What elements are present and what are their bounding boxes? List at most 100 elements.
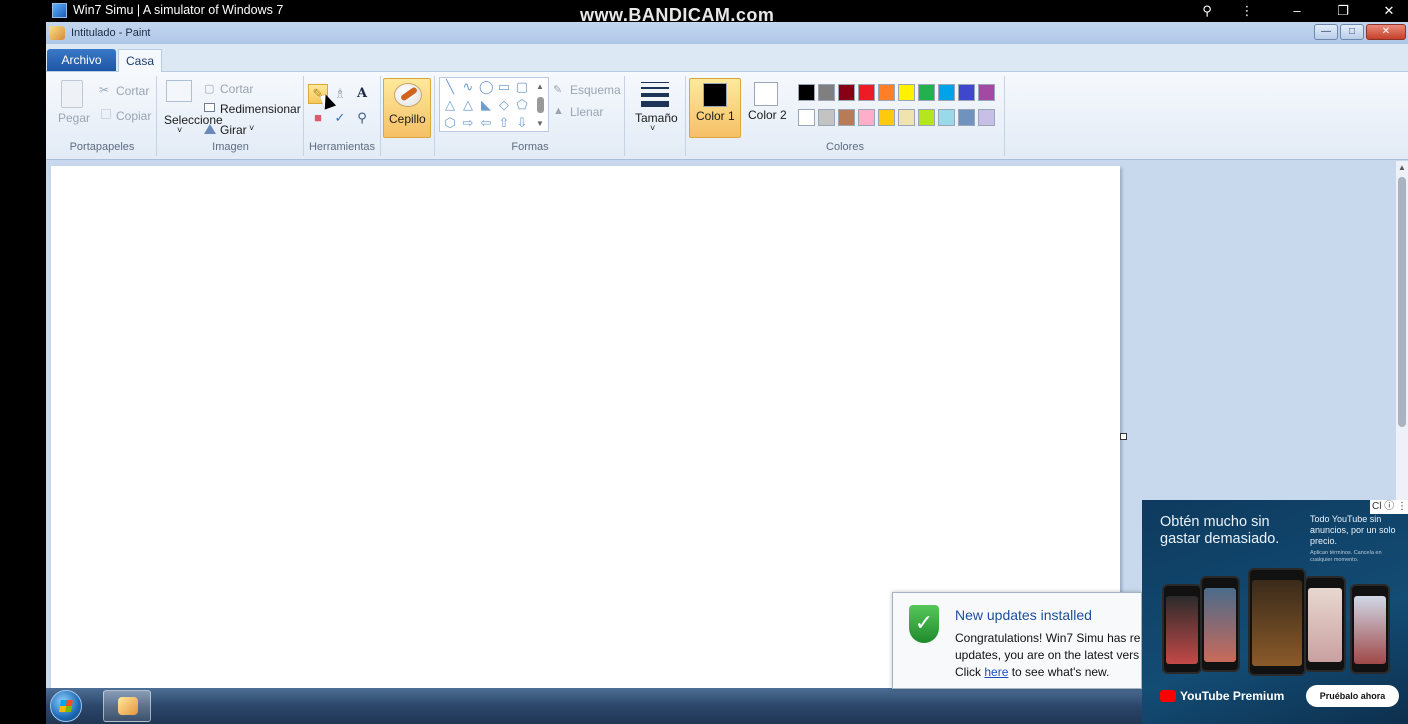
shield-check-icon: ✓ — [909, 605, 939, 643]
triangle-shape-icon[interactable]: △ — [461, 98, 475, 112]
taskbar-paint-button[interactable] — [103, 690, 151, 722]
tab-file[interactable]: Archivo — [47, 49, 116, 71]
crop-button[interactable]: Cortar — [220, 82, 253, 96]
paint-minimize-button[interactable]: — — [1314, 24, 1338, 40]
color1-button[interactable]: Color 1 — [689, 78, 741, 138]
palette-color-swatch[interactable] — [858, 109, 875, 126]
palette-color-swatch[interactable] — [918, 109, 935, 126]
magnifier-icon[interactable]: ⚲ — [352, 108, 372, 128]
fill-button[interactable]: Llenar — [570, 105, 603, 119]
paint-close-button[interactable]: ✕ — [1366, 24, 1406, 40]
divider — [434, 76, 435, 156]
select-icon[interactable] — [166, 80, 192, 102]
gallery-scrollbar[interactable] — [537, 97, 544, 113]
palette-color-swatch[interactable] — [918, 84, 935, 101]
rotate-button[interactable]: Girar — [220, 123, 247, 137]
paint-maximize-button[interactable]: □ — [1340, 24, 1364, 40]
more-icon[interactable]: ⋮ — [1237, 2, 1257, 20]
palette-color-swatch[interactable] — [878, 109, 895, 126]
youtube-premium-ad[interactable]: Cl ⓘ ⋮ Obtén mucho sin gastar demasiado.… — [1142, 500, 1408, 724]
color1-swatch — [703, 83, 727, 107]
paste-button[interactable]: Pegar — [58, 111, 90, 125]
up-arrow-shape-icon[interactable]: ⇧ — [497, 116, 511, 130]
app-icon — [52, 3, 67, 18]
youtube-logo-icon — [1160, 690, 1176, 702]
hexagon-shape-icon[interactable]: ⬡ — [443, 116, 457, 130]
paint-icon — [118, 697, 138, 715]
ad-brand: YouTube Premium — [1180, 689, 1285, 703]
palette-color-swatch[interactable] — [818, 84, 835, 101]
line-shape-icon[interactable]: ╲ — [443, 80, 457, 94]
eraser-icon[interactable]: ■ — [308, 108, 328, 128]
curve-shape-icon[interactable]: ∿ — [461, 80, 475, 94]
tab-home[interactable]: Casa — [118, 49, 162, 73]
color-picker-icon[interactable]: ✓ — [330, 108, 350, 128]
oval-shape-icon[interactable]: ◯ — [479, 80, 494, 94]
minimize-icon[interactable]: – — [1287, 2, 1307, 20]
down-arrow-shape-icon[interactable]: ⇩ — [515, 116, 529, 130]
polygon-shape-icon[interactable]: △ — [443, 98, 457, 112]
chevron-down-icon[interactable]: ˅ — [177, 125, 182, 135]
palette-color-swatch[interactable] — [798, 109, 815, 126]
paste-icon[interactable] — [61, 80, 83, 108]
windows-logo-icon — [59, 700, 73, 712]
pentagon-shape-icon[interactable]: ⬠ — [515, 98, 529, 112]
size-dropdown-icon: ˅ — [650, 123, 656, 133]
palette-color-swatch[interactable] — [938, 84, 955, 101]
palette-color-swatch[interactable] — [978, 109, 995, 126]
rounded-rect-shape-icon[interactable]: ▢ — [515, 80, 529, 94]
color2-label: Color 2 — [748, 108, 787, 122]
notification-link[interactable]: here — [984, 665, 1008, 679]
palette-color-swatch[interactable] — [938, 109, 955, 126]
paint-app-icon — [49, 26, 65, 40]
ad-close-label: Cl — [1372, 501, 1382, 512]
rotate-dropdown-icon[interactable]: ˅ — [249, 123, 254, 133]
outline-button[interactable]: Esquema — [570, 83, 621, 97]
update-notification[interactable]: ✓ New updates installed Congratulations!… — [892, 592, 1142, 689]
palette-color-swatch[interactable] — [858, 84, 875, 101]
palette-color-swatch[interactable] — [818, 109, 835, 126]
brush-button[interactable]: Cepillo — [383, 78, 431, 138]
fill-icon: ▲ — [553, 105, 564, 117]
shapes-group-label: Formas — [511, 141, 549, 153]
palette-color-swatch[interactable] — [958, 109, 975, 126]
notification-text: Click — [955, 665, 985, 679]
rectangle-shape-icon[interactable]: ▭ — [497, 80, 511, 94]
close-icon[interactable]: ✕ — [1379, 2, 1399, 20]
text-tool-icon[interactable]: A — [352, 84, 372, 104]
restore-icon[interactable]: ❐ — [1333, 2, 1353, 20]
palette-color-swatch[interactable] — [898, 109, 915, 126]
copy-button[interactable]: Copiar — [116, 109, 151, 123]
ad-cta-button[interactable]: Pruébalo ahora — [1306, 685, 1399, 707]
gallery-scroll-down-icon[interactable]: ▼ — [536, 119, 544, 128]
palette-color-swatch[interactable] — [958, 84, 975, 101]
ad-close-button[interactable]: Cl ⓘ ⋮ — [1370, 500, 1408, 514]
gallery-scroll-up-icon[interactable]: ▲ — [536, 82, 544, 91]
palette-color-swatch[interactable] — [798, 84, 815, 101]
scrollbar-thumb[interactable] — [1398, 177, 1406, 427]
right-arrow-shape-icon[interactable]: ⇨ — [461, 116, 475, 130]
start-button[interactable] — [50, 690, 82, 722]
size-label: Tamaño — [635, 111, 678, 125]
color2-button[interactable]: Color 2 — [744, 78, 792, 138]
right-triangle-shape-icon[interactable]: ◣ — [479, 98, 493, 112]
palette-color-swatch[interactable] — [838, 109, 855, 126]
diamond-shape-icon[interactable]: ◇ — [497, 98, 511, 112]
host-window-title: Win7 Simu | A simulator of Windows 7 — [73, 3, 284, 17]
shapes-gallery[interactable]: ╲ ∿ ◯ ▭ ▢ △ △ ◣ ◇ ⬠ ⬡ ⇨ ⇦ ⇧ ⇩ ▲ ▼ — [439, 77, 549, 132]
search-icon[interactable]: ⚲ — [1197, 2, 1217, 20]
phone-image — [1248, 568, 1306, 676]
scroll-up-icon[interactable]: ▲ — [1398, 163, 1406, 172]
resize-button[interactable]: Redimensionar — [220, 102, 301, 116]
color2-swatch — [754, 82, 778, 106]
divider — [156, 76, 157, 156]
palette-color-swatch[interactable] — [898, 84, 915, 101]
palette-color-swatch[interactable] — [838, 84, 855, 101]
image-group-label: Imagen — [212, 141, 249, 153]
cut-button[interactable]: Cortar — [116, 84, 149, 98]
canvas-resize-handle[interactable] — [1120, 433, 1127, 440]
palette-color-swatch[interactable] — [978, 84, 995, 101]
size-line-icon — [641, 93, 669, 97]
palette-color-swatch[interactable] — [878, 84, 895, 101]
left-arrow-shape-icon[interactable]: ⇦ — [479, 116, 493, 130]
